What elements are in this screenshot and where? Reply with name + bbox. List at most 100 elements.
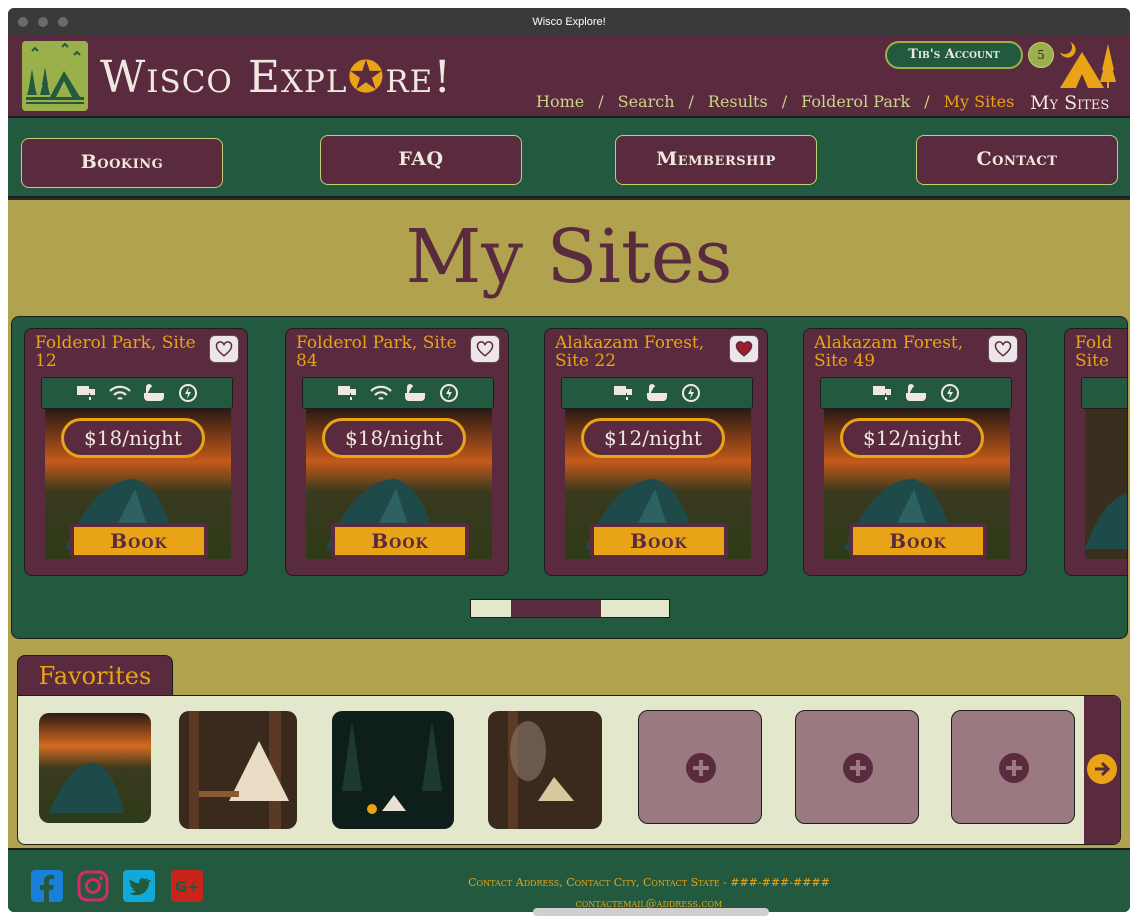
breadcrumb-separator: /: [924, 92, 930, 111]
bathtub-icon: [645, 383, 669, 403]
wifi-icon: [369, 383, 393, 403]
compass-icon: ✪: [347, 52, 386, 103]
faucet-icon: [870, 383, 894, 403]
main-nav: Booking FAQ Membership Contact: [8, 118, 1130, 198]
plus-icon: [843, 753, 873, 783]
wifi-icon: [108, 383, 132, 403]
bathtub-icon: [904, 383, 928, 403]
site-header: Wisco Expl✪re! Tib's Account 5 My Sites …: [8, 36, 1130, 118]
nav-faq-button[interactable]: FAQ: [320, 135, 522, 185]
arrow-right-icon: [1087, 754, 1117, 784]
book-button[interactable]: Book: [590, 523, 728, 559]
faucet-icon: [611, 383, 635, 403]
main-content: My Sites Folderol Park, Site 12 $18/nigh…: [8, 200, 1130, 848]
site-card: Alakazam Forest, Site 22 $12/night Book: [544, 328, 768, 576]
tent-icon[interactable]: [1054, 38, 1120, 90]
favorite-heart-button[interactable]: [988, 335, 1018, 363]
site-card: Folderol Park, Site 12 $18/night Book: [24, 328, 248, 576]
favorite-photo[interactable]: [488, 711, 602, 829]
page-title: My Sites: [405, 214, 733, 300]
site-title: Folderol Park, Site 12: [35, 333, 196, 371]
site-card-partial: Fold Site: [1064, 328, 1127, 576]
site-card: Folderol Park, Site 84 $18/night Book: [285, 328, 509, 576]
nav-membership-button[interactable]: Membership: [615, 135, 817, 185]
price-tag: $12/night: [581, 418, 725, 458]
breadcrumb-separator: /: [781, 92, 788, 111]
carousel-scrollbar[interactable]: [470, 599, 670, 618]
bathtub-icon: [403, 383, 427, 403]
svg-text:G+: G+: [175, 878, 200, 896]
plus-icon: [999, 753, 1029, 783]
breadcrumb-separator: /: [688, 92, 694, 111]
add-favorite-slot[interactable]: [795, 710, 919, 824]
breadcrumb-my-sites[interactable]: My Sites: [944, 92, 1015, 111]
site-title: Alakazam Forest, Site 49: [814, 333, 964, 371]
favorites-panel: [17, 695, 1121, 845]
electric-icon: [679, 383, 703, 403]
campsite-photo[interactable]: [1085, 409, 1127, 559]
favorites-tab[interactable]: Favorites: [17, 655, 173, 697]
app-window: Wisco Explore! Wisco Expl✪re! Tib's Acco…: [8, 8, 1130, 912]
breadcrumb-home[interactable]: Home: [536, 92, 584, 111]
site-footer: G+ Contact Address, Contact City, Contac…: [8, 848, 1130, 912]
book-button[interactable]: Book: [849, 523, 987, 559]
my-sites-link[interactable]: My Sites: [1030, 92, 1109, 114]
cabin-logo-icon[interactable]: [22, 41, 88, 111]
site-title: Fold Site: [1075, 333, 1113, 371]
heart-outline-icon: [994, 341, 1012, 357]
favorites-next-button[interactable]: [1084, 696, 1120, 844]
electric-icon: [938, 383, 962, 403]
nav-contact-button[interactable]: Contact: [916, 135, 1118, 185]
breadcrumb-search[interactable]: Search: [618, 92, 675, 111]
faucet-icon: [335, 383, 359, 403]
plus-icon: [686, 753, 716, 783]
amenities-bar: [820, 377, 1012, 409]
add-favorite-slot[interactable]: [638, 710, 762, 824]
site-title: Folderol Park, Site 84: [296, 333, 457, 371]
carousel-scroll-thumb[interactable]: [511, 600, 601, 617]
bathtub-icon: [142, 383, 166, 403]
window-title: Wisco Explore!: [532, 16, 606, 28]
electric-icon: [176, 383, 200, 403]
title-bar: Wisco Explore!: [8, 8, 1130, 36]
heart-outline-icon: [476, 341, 494, 357]
favorite-heart-button[interactable]: [209, 335, 239, 363]
brand-text-right: re!: [385, 52, 452, 103]
sites-carousel: Folderol Park, Site 12 $18/night Book Fo…: [11, 316, 1128, 639]
breadcrumb: Home / Search / Results / Folderol Park …: [536, 92, 1014, 111]
favorite-photo[interactable]: [332, 711, 454, 829]
amenities-bar: [302, 377, 494, 409]
book-button[interactable]: Book: [331, 523, 469, 559]
book-button[interactable]: Book: [70, 523, 208, 559]
price-tag: $12/night: [840, 418, 984, 458]
contact-address: Contact Address, Contact City, Contact S…: [468, 876, 830, 889]
price-tag: $18/night: [61, 418, 205, 458]
amenities-bar: [41, 377, 233, 409]
amenities-bar: [561, 377, 753, 409]
notification-badge[interactable]: 5: [1028, 42, 1054, 68]
favorite-heart-button[interactable]: [470, 335, 500, 363]
brand-text-left: Wisco Expl: [100, 52, 348, 103]
twitter-icon[interactable]: [123, 870, 155, 902]
google-plus-icon[interactable]: G+: [171, 870, 203, 902]
site-title: Alakazam Forest, Site 22: [555, 333, 705, 371]
electric-icon: [437, 383, 461, 403]
brand-title[interactable]: Wisco Expl✪re!: [100, 52, 452, 103]
favorite-photo[interactable]: [39, 713, 151, 823]
add-favorite-slot[interactable]: [951, 710, 1075, 824]
instagram-icon[interactable]: [77, 870, 109, 902]
page-horizontal-scrollbar[interactable]: [533, 908, 769, 916]
favorite-photo[interactable]: [179, 711, 297, 829]
nav-booking-button[interactable]: Booking: [21, 138, 223, 188]
site-card: Alakazam Forest, Site 49 $12/night Book: [803, 328, 1027, 576]
heart-outline-icon: [215, 341, 233, 357]
price-tag: $18/night: [322, 418, 466, 458]
facebook-icon[interactable]: [31, 870, 63, 902]
heart-filled-icon: [735, 341, 753, 357]
breadcrumb-folderol-park[interactable]: Folderol Park: [801, 92, 910, 111]
breadcrumb-results[interactable]: Results: [708, 92, 768, 111]
account-button[interactable]: Tib's Account: [885, 41, 1023, 69]
faucet-icon: [74, 383, 98, 403]
favorite-heart-button[interactable]: [729, 335, 759, 363]
amenities-bar: [1081, 377, 1127, 409]
